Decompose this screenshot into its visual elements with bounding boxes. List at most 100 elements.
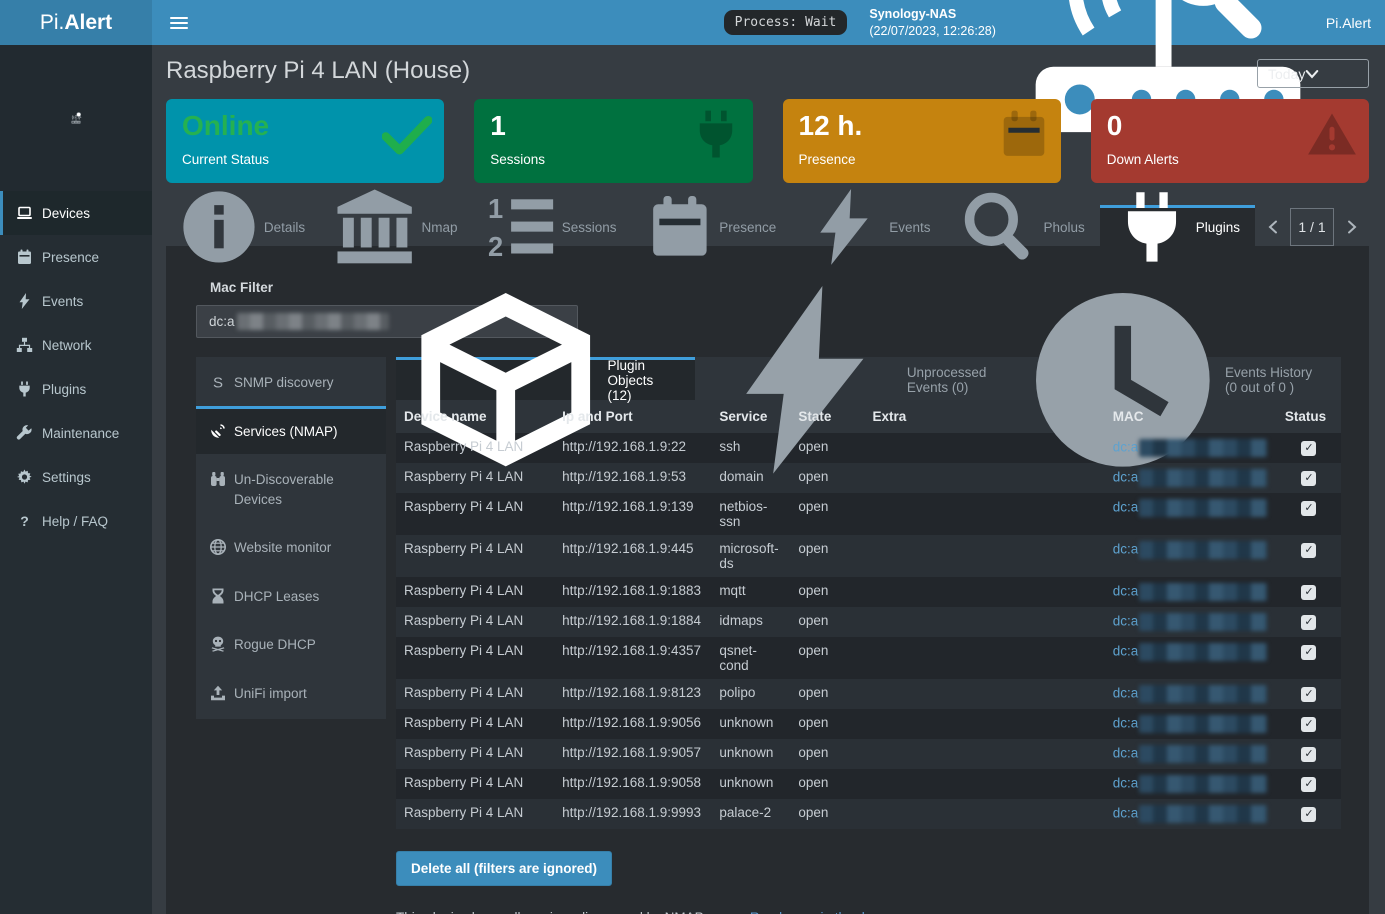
cell-service: unknown	[711, 739, 790, 769]
page-next-button[interactable]	[1334, 208, 1369, 246]
sidebar-item-help-faq[interactable]: ? Help / FAQ	[0, 499, 152, 543]
mac-prefix: dc:a	[1113, 644, 1139, 659]
host-datetime: (22/07/2023, 12:26:28)	[869, 23, 996, 39]
sidebar-item-settings[interactable]: Settings	[0, 455, 152, 499]
plugin-tab-2[interactable]: Events History (0 out of 0 )	[1013, 357, 1341, 400]
plugin-nav-item-rogue-dhcp[interactable]: Rogue DHCP	[196, 619, 386, 668]
cell-ip-port-link[interactable]: http://192.168.1.9:9993	[554, 799, 711, 829]
tab-label: Plugins	[1196, 220, 1240, 235]
cell-status: ✓	[1277, 463, 1341, 493]
svg-text:1: 1	[488, 194, 503, 225]
sidebar-item-devices[interactable]: Devices	[0, 191, 152, 235]
status-checkbox[interactable]: ✓	[1301, 441, 1316, 456]
tab-pholus[interactable]: Pholus	[946, 205, 1100, 246]
docs-link[interactable]: Read more in the docs.	[750, 910, 890, 914]
device-tabs: DetailsNmap12SessionsPresenceEvents Pholu…	[166, 205, 1369, 246]
sidebar-item-presence[interactable]: Presence	[0, 235, 152, 279]
status-checkbox[interactable]: ✓	[1301, 747, 1316, 762]
router-logo-icon	[69, 111, 83, 125]
plugin-nav-item-un-discoverable-devices[interactable]: Un-Discoverable Devices	[196, 454, 386, 522]
plugin-nav-label: DHCP Leases	[234, 587, 319, 607]
mac-prefix: dc:a	[1113, 686, 1139, 701]
sidebar-item-events[interactable]: Events	[0, 279, 152, 323]
tab-label: Pholus	[1043, 220, 1084, 235]
process-status-badge: Process: Wait	[724, 10, 848, 35]
plugin-nav-item-website-monitor[interactable]: Website monitor	[196, 522, 386, 571]
status-checkbox[interactable]: ✓	[1301, 471, 1316, 486]
sidebar-item-plugins[interactable]: Plugins	[0, 367, 152, 411]
plugin-nav-item-unifi-import[interactable]: UniFi import	[196, 668, 386, 717]
table-row: Raspberry Pi 4 LANhttp://192.168.1.9:999…	[396, 799, 1341, 829]
plugin-nav: SSNMP discovery Services (NMAP) Un-Discove…	[196, 357, 386, 719]
tab-details[interactable]: Details	[166, 205, 320, 246]
status-checkbox[interactable]: ✓	[1301, 777, 1316, 792]
cell-ip-port-link[interactable]: http://192.168.1.9:4357	[554, 637, 711, 679]
sidebar-item-network[interactable]: Network	[0, 323, 152, 367]
sitemap-icon	[16, 337, 33, 353]
status-checkbox[interactable]: ✓	[1301, 717, 1316, 732]
status-card-presence[interactable]: 12 h.Presence	[783, 99, 1061, 183]
tab-events[interactable]: Events	[791, 205, 945, 246]
svg-text:?: ?	[20, 513, 29, 529]
cell-state: open	[790, 679, 864, 709]
search-icon	[961, 189, 1037, 265]
cell-ip-port-link[interactable]: http://192.168.1.9:8123	[554, 679, 711, 709]
plugin-nav-item-dhcp-leases[interactable]: DHCP Leases	[196, 571, 386, 620]
status-checkbox[interactable]: ✓	[1301, 585, 1316, 600]
tab-sessions[interactable]: 12Sessions	[473, 205, 632, 246]
status-checkbox[interactable]: ✓	[1301, 543, 1316, 558]
sidebar-item-label: Help / FAQ	[42, 514, 108, 529]
cell-ip-port-link[interactable]: http://192.168.1.9:9058	[554, 769, 711, 799]
status-card-sessions[interactable]: 1Sessions	[474, 99, 752, 183]
status-checkbox[interactable]: ✓	[1301, 807, 1316, 822]
mac-redaction	[1139, 469, 1267, 487]
plugin-footer-text: This plugin shows all services discovere…	[396, 910, 746, 914]
cell-ip-port-link[interactable]: http://192.168.1.9:9057	[554, 739, 711, 769]
cell-device-name: Raspberry Pi 4 LAN	[396, 607, 554, 637]
delete-all-button[interactable]: Delete all (filters are ignored)	[396, 851, 612, 886]
status-checkbox[interactable]: ✓	[1301, 687, 1316, 702]
status-card-current-status[interactable]: OnlineCurrent Status	[166, 99, 444, 183]
plugin-nav-item-snmp-discovery[interactable]: SSNMP discovery	[196, 357, 386, 406]
status-checkbox[interactable]: ✓	[1301, 645, 1316, 660]
cell-ip-port-link[interactable]: http://192.168.1.9:9056	[554, 709, 711, 739]
cell-device-name: Raspberry Pi 4 LAN	[396, 769, 554, 799]
bolt-icon	[806, 189, 882, 265]
page-prev-button[interactable]	[1255, 208, 1290, 246]
cell-status: ✓	[1277, 577, 1341, 607]
sidebar-toggle-icon[interactable]	[170, 17, 188, 29]
cell-ip-port-link[interactable]: http://192.168.1.9:1884	[554, 607, 711, 637]
status-checkbox[interactable]: ✓	[1301, 501, 1316, 516]
app-logo[interactable]: Pi.Alert	[0, 0, 152, 45]
cell-status: ✓	[1277, 493, 1341, 535]
question-icon: ?	[16, 513, 33, 529]
cell-device-name: Raspberry Pi 4 LAN	[396, 709, 554, 739]
cell-mac: dc:a	[1105, 679, 1277, 709]
tab-presence[interactable]: Presence	[632, 205, 792, 246]
mac-prefix: dc:a	[1113, 470, 1139, 485]
upload-icon	[210, 684, 226, 701]
status-cards: OnlineCurrent Status 1Sessions 12 h.Presen…	[166, 99, 1369, 183]
status-card-down-alerts[interactable]: 0Down Alerts	[1091, 99, 1369, 183]
cell-state: open	[790, 535, 864, 577]
tab-plugins[interactable]: Plugins	[1100, 205, 1255, 246]
plug-icon	[1115, 190, 1189, 264]
plugin-nav-item-services-nmap[interactable]: Services (NMAP)	[196, 406, 386, 455]
table-row: Raspberry Pi 4 LANhttp://192.168.1.9:445…	[396, 535, 1341, 577]
plugin-tab-1[interactable]: Unprocessed Events (0)	[695, 357, 1013, 400]
table-row: Raspberry Pi 4 LANhttp://192.168.1.9:139…	[396, 493, 1341, 535]
sidebar-item-maintenance[interactable]: Maintenance	[0, 411, 152, 455]
mac-redaction	[1139, 643, 1267, 661]
status-checkbox[interactable]: ✓	[1301, 615, 1316, 630]
plugin-nav-label: Services (NMAP)	[234, 422, 338, 442]
cell-extra	[864, 637, 1104, 679]
plugin-tab-0[interactable]: Plugin Objects (12)	[396, 357, 695, 400]
period-select-value: Today	[1268, 66, 1305, 82]
cell-ip-port-link[interactable]: http://192.168.1.9:445	[554, 535, 711, 577]
sidebar-item-label: Presence	[42, 250, 99, 265]
period-select[interactable]: Today	[1257, 59, 1369, 88]
cell-ip-port-link[interactable]: http://192.168.1.9:1883	[554, 577, 711, 607]
cell-ip-port-link[interactable]: http://192.168.1.9:139	[554, 493, 711, 535]
tab-nmap[interactable]: Nmap	[320, 205, 472, 246]
cell-state: open	[790, 637, 864, 679]
